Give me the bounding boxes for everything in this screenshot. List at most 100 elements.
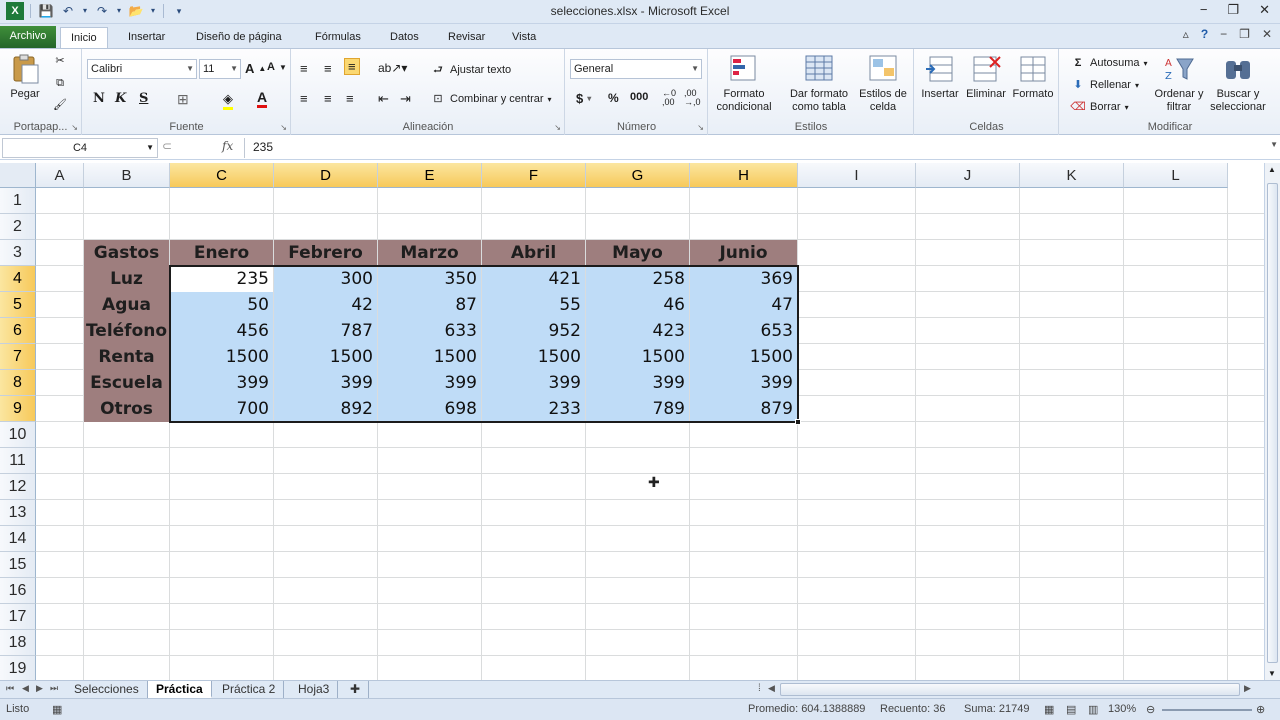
data-cell[interactable]: 1500 — [378, 344, 481, 370]
column-header-c[interactable]: C — [170, 163, 274, 188]
data-cell[interactable]: 1500 — [690, 344, 797, 370]
column-header-a[interactable]: A — [36, 163, 84, 188]
data-cell[interactable]: 399 — [274, 370, 377, 396]
tab-insertar[interactable]: Insertar — [118, 27, 175, 48]
tab-vista[interactable]: Vista — [502, 27, 546, 48]
active-cell[interactable]: 235 — [170, 266, 273, 292]
prev-sheet-icon[interactable]: ◀ — [22, 683, 29, 694]
row-header-15[interactable]: 15 — [0, 552, 36, 578]
table-header-cell[interactable]: Junio — [690, 240, 797, 266]
align-top-button[interactable]: ≡ — [300, 61, 308, 76]
data-cell[interactable]: 300 — [274, 266, 377, 292]
row-label-cell[interactable]: Escuela — [84, 370, 169, 396]
delete-cells-button[interactable]: Eliminar — [963, 53, 1009, 101]
minimize-icon[interactable]: − — [1200, 2, 1208, 18]
row-header-19[interactable]: 19 — [0, 656, 36, 680]
data-cell[interactable]: 55 — [482, 292, 585, 318]
orientation-button[interactable]: ab↗▾ — [378, 61, 407, 75]
cell-styles-button[interactable]: Estilos de celda — [855, 53, 911, 114]
row-header-7[interactable]: 7 — [0, 344, 36, 370]
row-header-1[interactable]: 1 — [0, 188, 36, 214]
data-cell[interactable]: 46 — [586, 292, 689, 318]
column-header-l[interactable]: L — [1124, 163, 1228, 188]
sheet-tab-selecciones[interactable]: Selecciones — [66, 681, 148, 698]
data-cell[interactable]: 892 — [274, 396, 377, 422]
row-label-cell[interactable]: Otros — [84, 396, 169, 422]
zoom-level[interactable]: 130% — [1108, 703, 1136, 715]
table-header-cell[interactable]: Febrero — [274, 240, 377, 266]
row-label-cell[interactable]: Renta — [84, 344, 169, 370]
vertical-scroll-thumb[interactable] — [1267, 183, 1278, 663]
percent-button[interactable]: % — [608, 91, 619, 105]
sheet-tab-practica[interactable]: Práctica — [148, 681, 212, 698]
zoom-out-icon[interactable]: ⊖ — [1146, 703, 1155, 716]
merge-center-button[interactable]: ⊡ Combinar y centrar ▾ — [430, 91, 551, 107]
data-cell[interactable]: 42 — [274, 292, 377, 318]
data-cell[interactable]: 952 — [482, 318, 585, 344]
data-cell[interactable]: 633 — [378, 318, 481, 344]
column-header-e[interactable]: E — [378, 163, 482, 188]
data-cell[interactable]: 653 — [690, 318, 797, 344]
row-label-cell[interactable]: Teléfono — [84, 318, 169, 344]
decrease-decimal-button[interactable]: ,00 →,0 — [684, 89, 701, 107]
table-header-cell[interactable]: Abril — [482, 240, 585, 266]
scroll-left-icon[interactable]: ◀ — [768, 683, 775, 694]
tab-revisar[interactable]: Revisar — [438, 27, 495, 48]
scroll-right-icon[interactable]: ▶ — [1244, 683, 1251, 694]
clear-button[interactable]: ⌫ Borrar ▾ — [1070, 99, 1128, 115]
increase-indent-button[interactable]: ⇥ — [400, 91, 411, 107]
data-cell[interactable]: 258 — [586, 266, 689, 292]
macro-record-icon[interactable]: ▦ — [52, 703, 62, 716]
data-cell[interactable]: 87 — [378, 292, 481, 318]
align-right-button[interactable]: ≡ — [346, 91, 354, 106]
copy-button[interactable]: ⧉ — [52, 75, 68, 91]
tab-split-handle[interactable]: ⁞ — [758, 683, 761, 694]
workbook-close-icon[interactable]: ✕ — [1262, 27, 1272, 41]
row-header-5[interactable]: 5 — [0, 292, 36, 318]
data-cell[interactable]: 350 — [378, 266, 481, 292]
insert-sheet-icon[interactable]: ✚ — [342, 681, 370, 698]
help-icon[interactable]: ? — [1201, 27, 1208, 41]
row-header-9[interactable]: 9 — [0, 396, 36, 422]
page-layout-view-icon[interactable]: ▤ — [1066, 703, 1076, 716]
row-header-16[interactable]: 16 — [0, 578, 36, 604]
table-header-cell[interactable]: Mayo — [586, 240, 689, 266]
data-cell[interactable]: 1500 — [482, 344, 585, 370]
data-cell[interactable]: 423 — [586, 318, 689, 344]
select-all-corner[interactable] — [0, 163, 36, 188]
data-cell[interactable]: 399 — [482, 370, 585, 396]
data-cell[interactable]: 233 — [482, 396, 585, 422]
column-header-f[interactable]: F — [482, 163, 586, 188]
table-header-cell[interactable]: Marzo — [378, 240, 481, 266]
data-cell[interactable]: 456 — [170, 318, 273, 344]
dialog-launcher-icon[interactable]: ↘ — [71, 123, 78, 132]
decrease-indent-button[interactable]: ⇤ — [378, 91, 389, 107]
align-middle-button[interactable]: ≡ — [324, 61, 332, 76]
borders-button[interactable]: ⊞ — [177, 91, 189, 108]
formula-bar-resize-icon[interactable]: ⊂ — [162, 139, 172, 153]
shrink-font-button[interactable]: A ▼ — [267, 61, 287, 73]
data-cell[interactable]: 399 — [586, 370, 689, 396]
worksheet-grid[interactable]: A B C D E F G H I J K L 1 2 3 4 5 6 7 8 9 10 11 12 13 14 15 16 17 18 1… — [0, 163, 1264, 680]
format-as-table-button[interactable]: Dar formato como tabla — [783, 53, 855, 114]
column-header-i[interactable]: I — [798, 163, 916, 188]
vertical-scrollbar[interactable]: ▲ ▼ — [1264, 163, 1280, 680]
data-cell[interactable]: 789 — [586, 396, 689, 422]
dialog-launcher-icon[interactable]: ↘ — [554, 123, 561, 132]
sort-filter-button[interactable]: AZ Ordenar y filtrar — [1152, 53, 1206, 114]
font-color-button[interactable]: A — [257, 89, 268, 108]
paste-button[interactable]: Pegar — [4, 53, 46, 101]
fill-color-button[interactable]: ◈ — [223, 91, 233, 110]
data-cell[interactable]: 879 — [690, 396, 797, 422]
zoom-in-icon[interactable]: ⊕ — [1256, 703, 1265, 716]
zoom-slider[interactable] — [1162, 709, 1252, 711]
data-cell[interactable]: 47 — [690, 292, 797, 318]
cut-button[interactable]: ✂ — [52, 53, 68, 69]
insert-function-icon[interactable]: fx — [222, 139, 233, 153]
dialog-launcher-icon[interactable]: ↘ — [697, 123, 704, 132]
grow-font-button[interactable]: A ▲ — [245, 61, 266, 76]
row-label-cell[interactable]: Agua — [84, 292, 169, 318]
number-format-combo[interactable]: General ▼ — [570, 59, 702, 79]
normal-view-icon[interactable]: ▦ — [1044, 703, 1054, 716]
conditional-format-button[interactable]: Formato condicional — [713, 53, 775, 114]
